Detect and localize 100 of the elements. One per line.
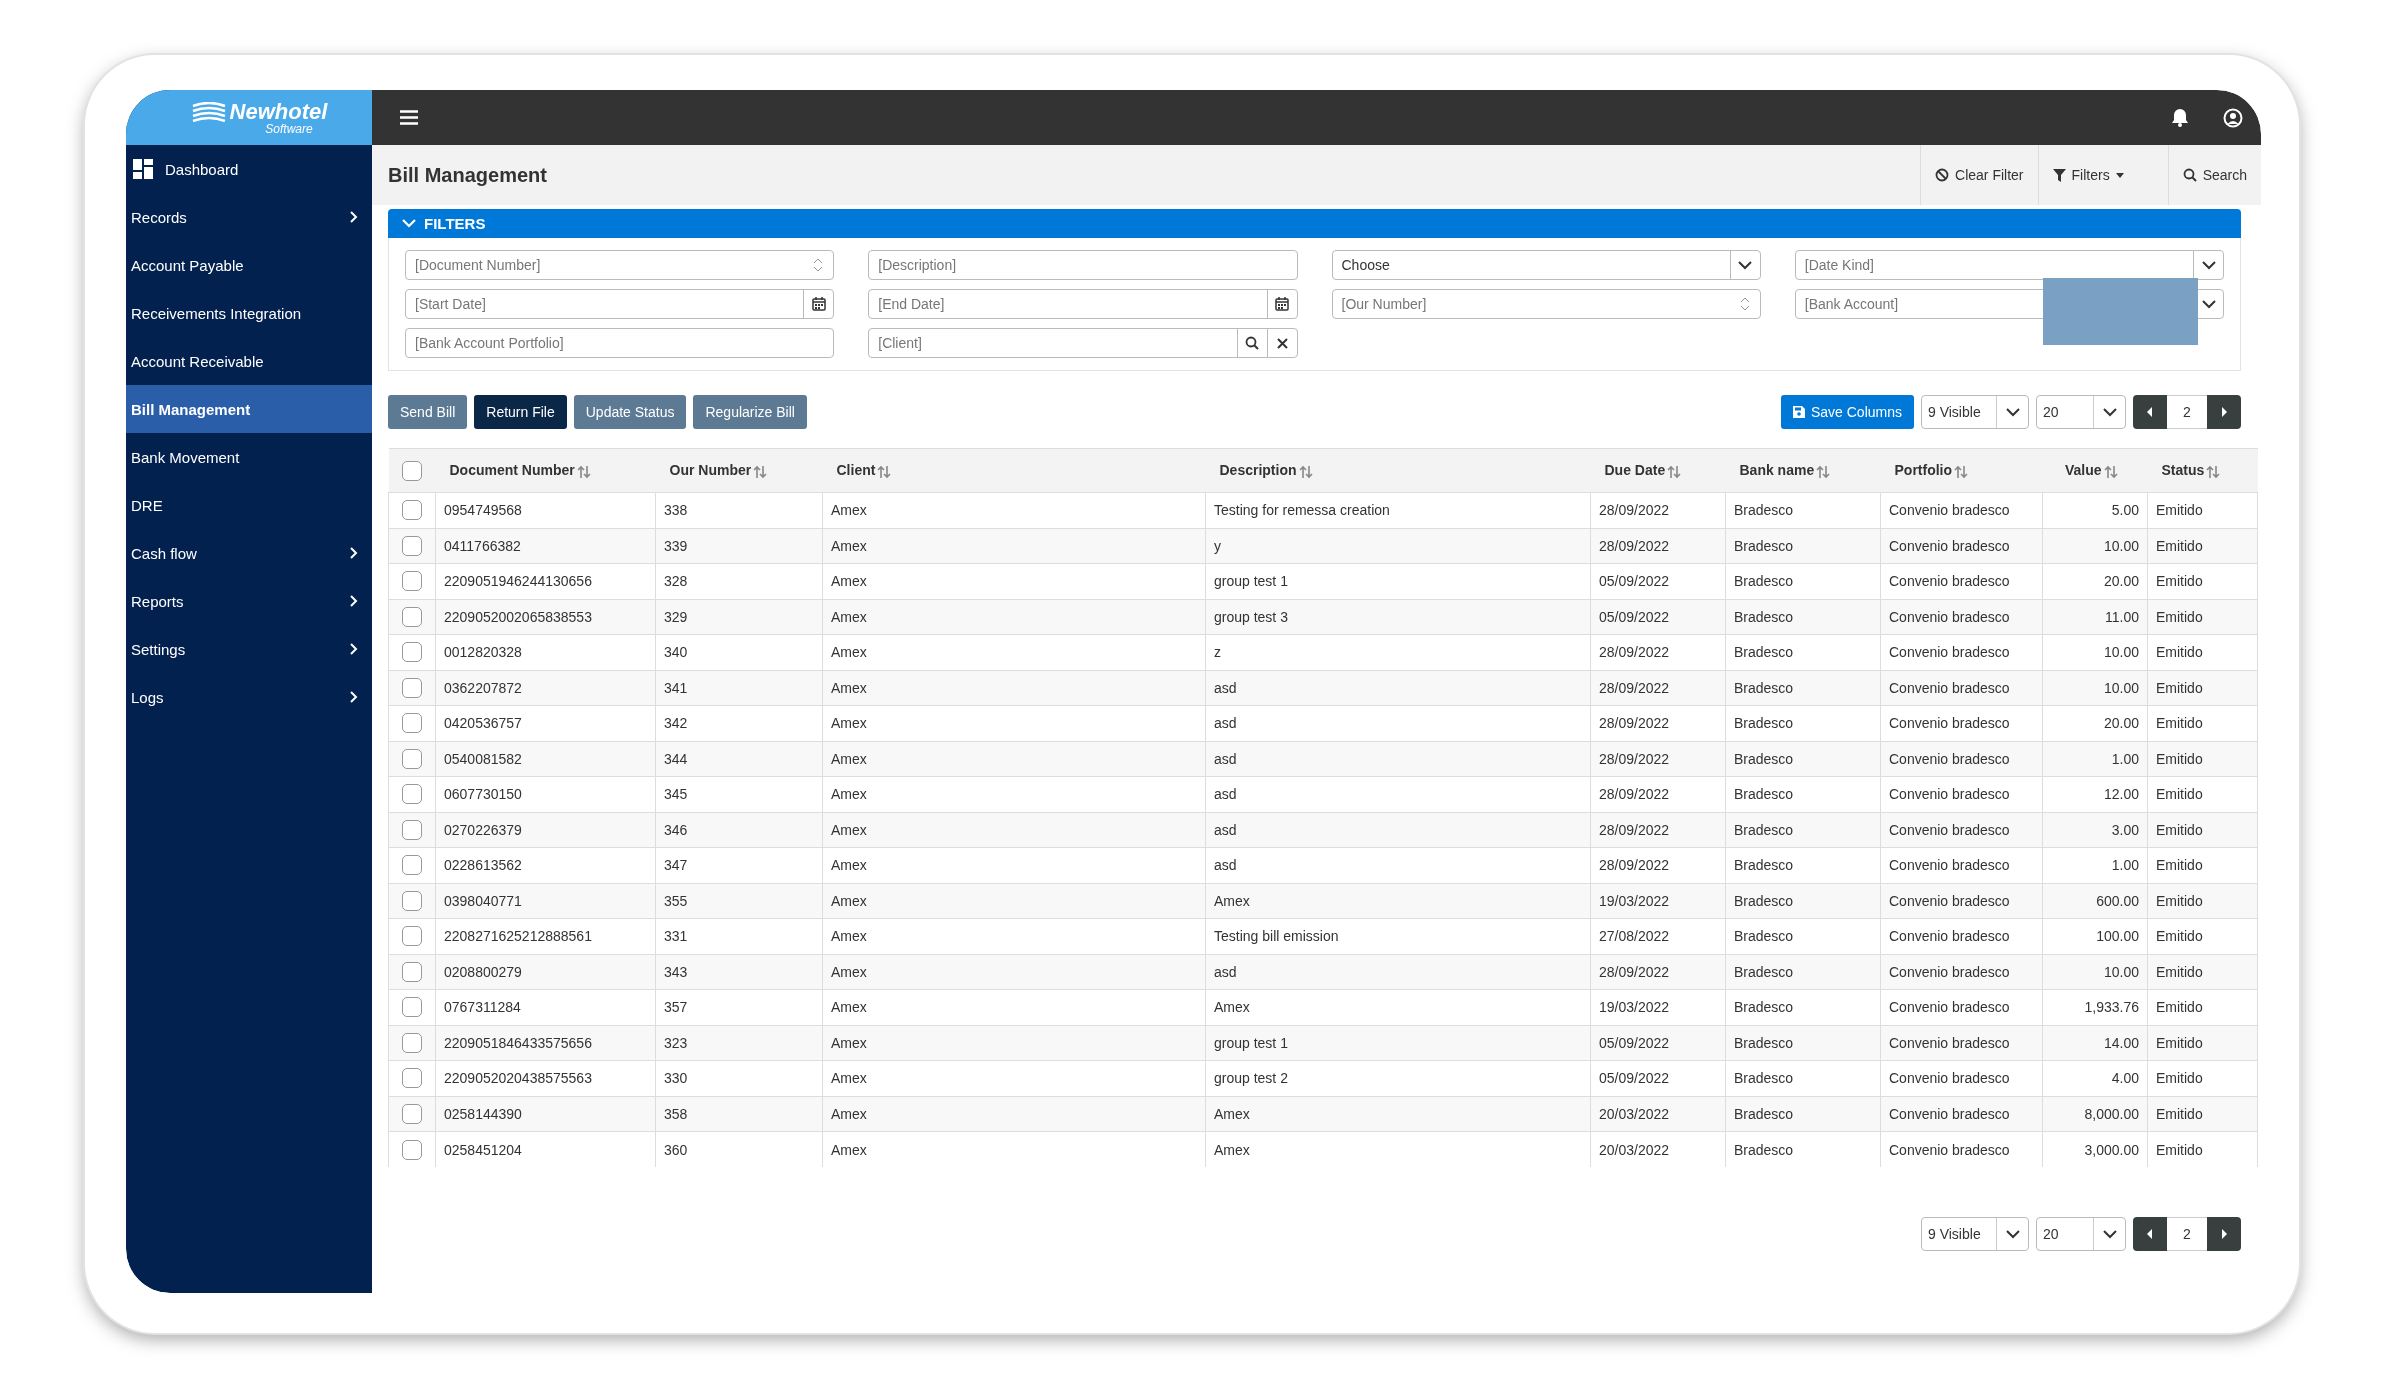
table-cell: 28/09/2022 <box>1590 670 1726 706</box>
table-cell: 329 <box>655 599 823 635</box>
input-field[interactable]: [Description] <box>868 250 1298 280</box>
select-field[interactable]: 20 <box>2036 395 2126 429</box>
table-cell: 2209052002065838553 <box>435 599 656 635</box>
table-cell: 0208800279 <box>435 954 656 990</box>
column-header[interactable]: Due Date <box>1604 462 1666 479</box>
row-checkbox[interactable] <box>402 748 422 769</box>
column-header[interactable]: Description <box>1219 462 1297 479</box>
select-field[interactable]: 20 <box>2036 1217 2126 1251</box>
table-cell: 10.00 <box>2042 634 2148 670</box>
row-checkbox[interactable] <box>402 1139 422 1160</box>
row-checkbox[interactable] <box>402 1032 422 1053</box>
input-field[interactable]: [Client] <box>868 328 1298 358</box>
menu-icon[interactable] <box>400 110 418 125</box>
sidebar-item[interactable]: Bill Management <box>126 385 372 433</box>
column-header[interactable]: Status <box>2161 462 2205 479</box>
sidebar-item[interactable]: Reports <box>126 577 372 625</box>
sidebar-item[interactable]: Receivements Integration <box>126 289 372 337</box>
select-field[interactable]: [Date Kind] <box>1794 250 2224 280</box>
column-header[interactable]: Client <box>836 462 876 479</box>
spinner-icon[interactable] <box>813 258 824 272</box>
action-button[interactable]: Return File <box>474 395 567 429</box>
table-cell: Amex <box>1205 1131 1591 1167</box>
calendar-icon[interactable] <box>1275 297 1289 311</box>
action-button[interactable]: Send Bill <box>388 395 468 429</box>
sidebar-item[interactable]: Dashboard <box>126 145 372 193</box>
table-cell: Bradesco <box>1725 670 1881 706</box>
table-cell: 0540081582 <box>435 741 656 777</box>
table-cell: Emitido <box>2147 812 2258 848</box>
table-cell: Convenio bradesco <box>1880 1096 2043 1132</box>
previous-page-button[interactable] <box>2133 395 2167 429</box>
input-field[interactable]: [Our Number] <box>1331 289 1761 319</box>
table-cell: asd <box>1205 705 1591 741</box>
calendar-icon[interactable] <box>811 297 826 311</box>
page-title: Bill Management <box>388 163 548 187</box>
date-field[interactable]: [End Date] <box>868 289 1298 319</box>
table-cell: 8,000.00 <box>2042 1096 2148 1132</box>
next-page-button[interactable] <box>2207 1217 2241 1251</box>
sidebar-item[interactable]: Records <box>126 193 372 241</box>
save-columns-button[interactable]: Save Columns <box>1780 395 1914 429</box>
row-checkbox[interactable] <box>402 855 422 876</box>
bell-icon[interactable] <box>2171 108 2189 127</box>
column-header[interactable]: Our Number <box>669 462 752 479</box>
row-checkbox[interactable] <box>402 713 422 734</box>
column-header[interactable]: Portfolio <box>1894 462 1953 479</box>
table-cell: asd <box>1205 954 1591 990</box>
input-field[interactable]: [Bank Account Portfolio] <box>405 328 835 358</box>
date-field[interactable]: [Start Date] <box>405 289 835 319</box>
filters-header[interactable]: FILTERS <box>388 209 2241 238</box>
sidebar-item[interactable]: DRE <box>126 481 372 529</box>
row-checkbox[interactable] <box>402 500 422 521</box>
table-cell: Convenio bradesco <box>1880 1060 2043 1096</box>
select-all-checkbox[interactable] <box>402 460 422 481</box>
table-cell: Amex <box>822 989 1206 1025</box>
sidebar-item[interactable]: Account Payable <box>126 241 372 289</box>
row-checkbox[interactable] <box>402 997 422 1018</box>
column-header[interactable]: Bank name <box>1739 462 1815 479</box>
row-checkbox[interactable] <box>402 606 422 627</box>
table-cell: Bradesco <box>1725 1060 1881 1096</box>
row-checkbox[interactable] <box>402 535 422 556</box>
table-cell: 342 <box>655 705 823 741</box>
row-checkbox[interactable] <box>402 961 422 982</box>
column-header[interactable]: Value <box>2064 462 2102 479</box>
select-field[interactable]: Choose <box>1331 250 1761 280</box>
next-page-button[interactable] <box>2207 395 2241 429</box>
table-cell: Emitido <box>2147 918 2258 954</box>
row-checkbox[interactable] <box>402 1103 422 1124</box>
search-icon[interactable] <box>1245 336 1259 350</box>
table-cell: group test 2 <box>1205 1060 1591 1096</box>
table-cell: Emitido <box>2147 954 2258 990</box>
select-field[interactable]: 9 Visible <box>1921 1217 2029 1251</box>
row-checkbox[interactable] <box>402 642 422 663</box>
table-cell: 330 <box>655 1060 823 1096</box>
sidebar-item[interactable]: Bank Movement <box>126 433 372 481</box>
action-button[interactable]: Regularize Bill <box>693 395 807 429</box>
table-cell: 360 <box>655 1131 823 1167</box>
row-checkbox[interactable] <box>402 1068 422 1089</box>
row-checkbox[interactable] <box>402 784 422 805</box>
row-checkbox[interactable] <box>402 819 422 840</box>
sidebar-item[interactable]: Settings <box>126 625 372 673</box>
row-checkbox[interactable] <box>402 890 422 911</box>
table-cell: Amex <box>822 954 1206 990</box>
spinner-icon[interactable] <box>1739 297 1750 311</box>
action-button[interactable]: Update Status <box>573 395 687 429</box>
previous-page-button[interactable] <box>2133 1217 2167 1251</box>
table-cell: Amex <box>1205 989 1591 1025</box>
select-field[interactable]: 9 Visible <box>1921 395 2029 429</box>
table-cell: Amex <box>822 599 1206 635</box>
user-icon[interactable] <box>2223 107 2243 128</box>
row-checkbox[interactable] <box>402 571 422 592</box>
caret-icon <box>2115 172 2124 178</box>
row-checkbox[interactable] <box>402 677 422 698</box>
input-field[interactable]: [Document Number] <box>405 250 835 280</box>
table-cell: 12.00 <box>2042 776 2148 812</box>
row-checkbox[interactable] <box>402 926 422 947</box>
sidebar-item[interactable]: Cash flow <box>126 529 372 577</box>
sidebar-item[interactable]: Logs <box>126 673 372 721</box>
close-icon[interactable] <box>1276 337 1288 349</box>
sidebar-item[interactable]: Account Receivable <box>126 337 372 385</box>
